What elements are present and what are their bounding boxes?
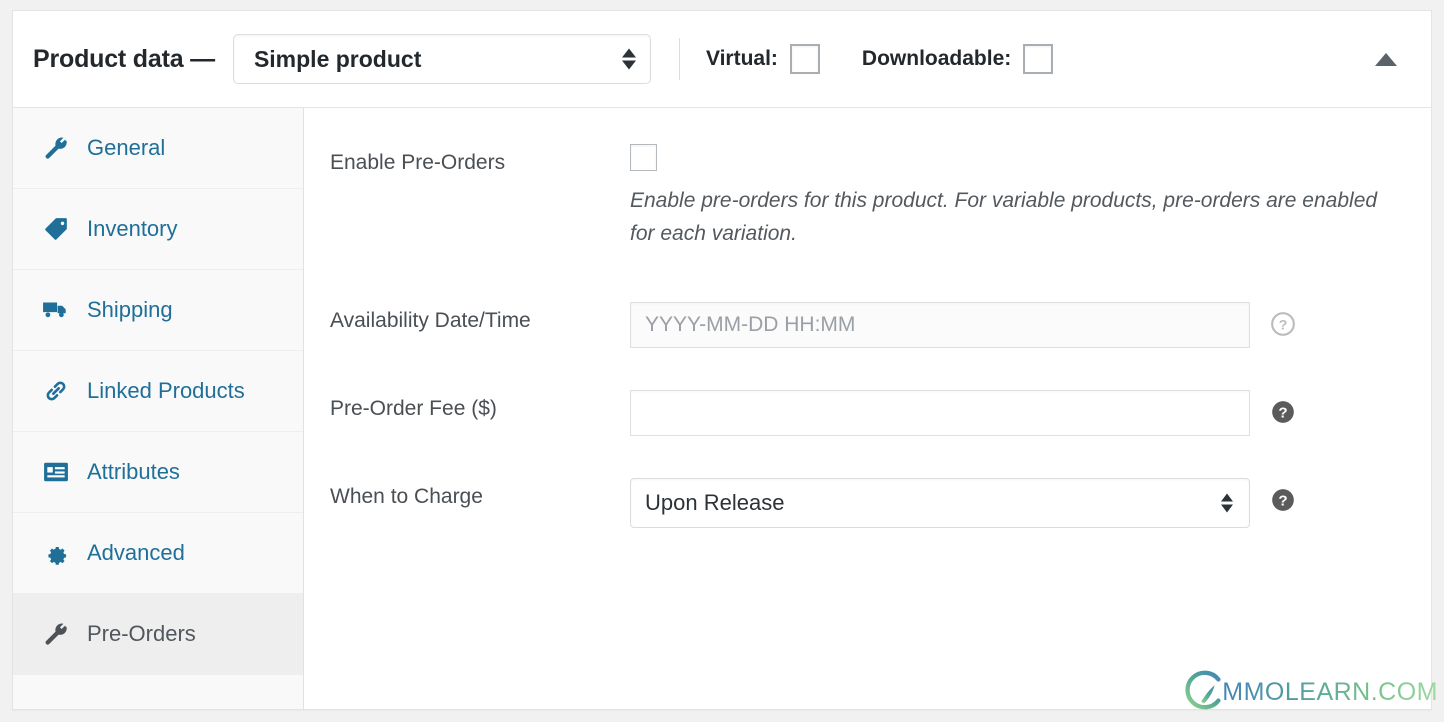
product-data-panel: Product data — Simple product Virtual: D…	[12, 10, 1432, 710]
updown-spinner-icon	[1221, 493, 1233, 513]
product-data-body: General Inventory Shipping Linked Produc…	[13, 108, 1431, 709]
availability-label: Availability Date/Time	[330, 309, 531, 333]
tag-icon	[41, 214, 71, 244]
help-circle-filled-icon[interactable]: ?	[1270, 487, 1296, 513]
tab-linked-products[interactable]: Linked Products	[13, 351, 303, 432]
downloadable-checkbox[interactable]	[1023, 44, 1054, 74]
tab-inventory-label: Inventory	[87, 216, 178, 241]
downloadable-checkbox-group: Downloadable:	[861, 44, 1054, 74]
header-divider	[678, 38, 680, 80]
help-circle-outline-icon[interactable]: ?	[1270, 311, 1296, 337]
enable-preorders-label: Enable Pre-Orders	[330, 151, 506, 174]
preorder-fee-label: Pre-Order Fee ($)	[330, 397, 497, 421]
wrench-icon	[41, 133, 71, 163]
truck-icon	[41, 295, 71, 325]
tab-pre-orders[interactable]: Pre-Orders	[13, 594, 303, 675]
enable-preorders-description: Enable pre-orders for this product. For …	[630, 189, 1378, 245]
tab-advanced-label: Advanced	[87, 540, 185, 565]
updown-spinner-icon	[621, 48, 636, 70]
tab-attributes-label: Attributes	[87, 459, 180, 484]
gear-icon	[41, 538, 71, 568]
enable-preorders-checkbox[interactable]	[630, 144, 657, 171]
svg-text:?: ?	[1278, 493, 1287, 510]
link-icon	[41, 376, 71, 406]
caret-up-icon[interactable]	[1375, 48, 1397, 70]
tab-inventory[interactable]: Inventory	[13, 189, 303, 270]
preorder-fee-input[interactable]	[630, 390, 1250, 437]
product-data-header: Product data — Simple product Virtual: D…	[13, 11, 1431, 108]
virtual-checkbox-group: Virtual:	[706, 44, 820, 74]
tab-advanced[interactable]: Advanced	[13, 513, 303, 594]
tab-shipping-label: Shipping	[87, 297, 173, 322]
when-to-charge-value: Upon Release	[645, 490, 785, 516]
screen: Product data — Simple product Virtual: D…	[0, 0, 1444, 722]
virtual-checkbox[interactable]	[789, 44, 820, 74]
svg-text:?: ?	[1278, 405, 1287, 422]
row-when-to-charge: When to Charge Upon Release ?	[304, 478, 1431, 529]
pre-orders-form: Enable Pre-Orders Enable pre-orders for …	[304, 108, 1431, 709]
row-enable-preorders: Enable Pre-Orders Enable pre-orders for …	[304, 144, 1431, 250]
product-data-tabs: General Inventory Shipping Linked Produc…	[13, 108, 304, 709]
product-type-value: Simple product	[253, 45, 422, 72]
list-card-icon	[41, 457, 71, 487]
availability-input[interactable]	[630, 302, 1250, 349]
when-to-charge-select[interactable]: Upon Release	[630, 478, 1250, 529]
when-to-charge-label: When to Charge	[330, 485, 483, 509]
tab-pre-orders-label: Pre-Orders	[87, 621, 196, 646]
virtual-label: Virtual:	[705, 47, 778, 70]
help-circle-filled-icon[interactable]: ?	[1270, 399, 1296, 425]
tab-general[interactable]: General	[13, 108, 303, 189]
row-preorder-fee: Pre-Order Fee ($) ?	[304, 390, 1431, 437]
downloadable-label: Downloadable:	[861, 47, 1012, 70]
tab-attributes[interactable]: Attributes	[13, 432, 303, 513]
tab-linked-products-label: Linked Products	[87, 378, 245, 403]
page-title: Product data —	[33, 44, 215, 73]
svg-text:?: ?	[1279, 317, 1288, 333]
tab-general-label: General	[87, 135, 166, 160]
wrench-icon	[41, 619, 71, 649]
row-availability: Availability Date/Time ?	[304, 302, 1431, 349]
tab-shipping[interactable]: Shipping	[13, 270, 303, 351]
product-type-select[interactable]: Simple product	[232, 34, 651, 84]
